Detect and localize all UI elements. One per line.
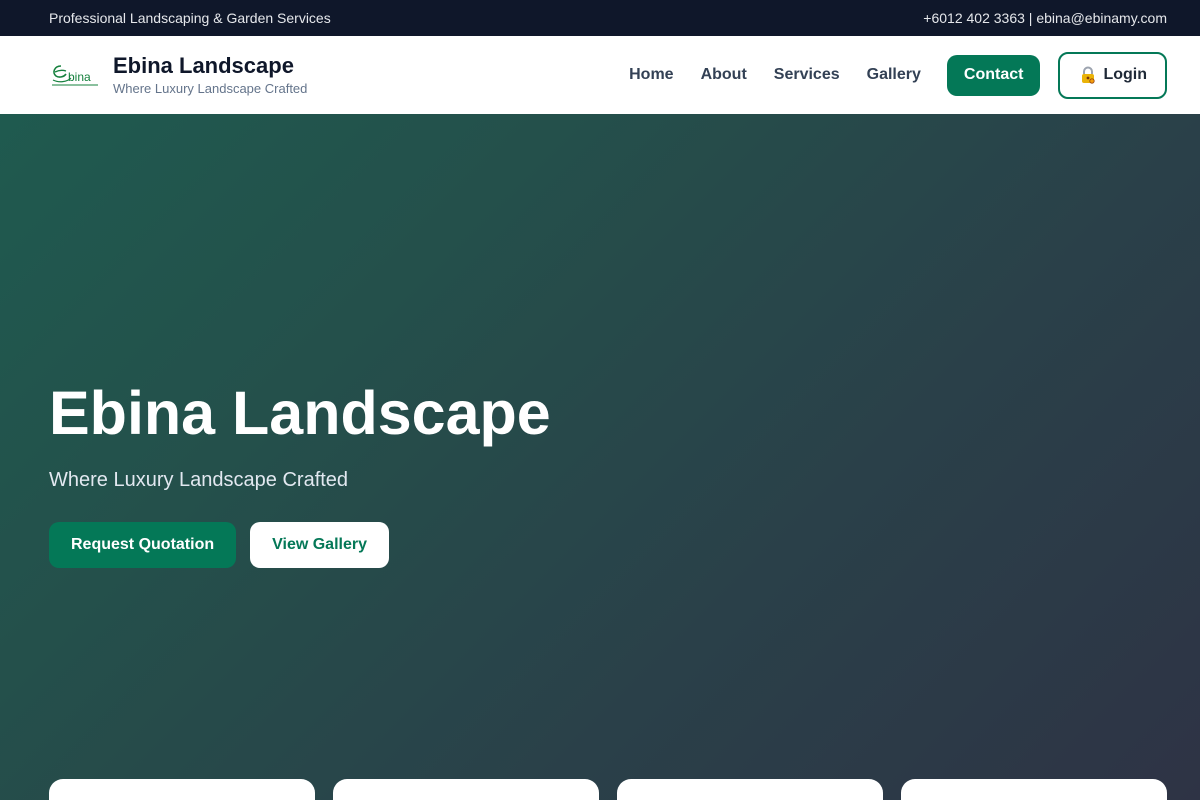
- feature-card[interactable]: [49, 779, 315, 800]
- login-button[interactable]: Login: [1058, 51, 1167, 99]
- nav-services[interactable]: Services: [774, 66, 840, 84]
- nav-gallery[interactable]: Gallery: [867, 66, 921, 84]
- brand[interactable]: bina Ebina Landscape Where Luxury Landsc…: [49, 53, 307, 98]
- lock-icon: [1082, 66, 1096, 84]
- request-quotation-button[interactable]: Request Quotation: [49, 522, 237, 568]
- contact-button[interactable]: Contact: [946, 54, 1041, 96]
- brand-name: Ebina Landscape: [113, 52, 294, 78]
- hero-subtitle: Where Luxury Landscape Crafted: [49, 469, 349, 491]
- ebina-logo-icon: bina: [52, 65, 98, 86]
- hero-cta-group: Request Quotation View Gallery: [49, 522, 389, 568]
- brand-tagline: Where Luxury Landscape Crafted: [113, 80, 308, 96]
- feature-cards: [49, 779, 1167, 800]
- feature-card[interactable]: [333, 779, 599, 800]
- feature-card[interactable]: [617, 779, 883, 800]
- site-header: bina Ebina Landscape Where Luxury Landsc…: [0, 36, 1200, 114]
- topbar-contact-info[interactable]: +6012 402 3363 | ebina@ebinamy.com: [923, 10, 1167, 26]
- nav-home[interactable]: Home: [629, 66, 673, 84]
- login-label: Login: [1103, 66, 1147, 83]
- brand-text: Ebina Landscape Where Luxury Landscape C…: [113, 53, 307, 98]
- topbar-tagline: Professional Landscaping & Garden Servic…: [49, 10, 331, 26]
- hero-title: Ebina Landscape: [49, 379, 551, 447]
- view-gallery-button[interactable]: View Gallery: [250, 522, 389, 568]
- svg-text:bina: bina: [68, 70, 91, 84]
- hero-section: Ebina Landscape Where Luxury Landscape C…: [0, 114, 1200, 800]
- feature-card[interactable]: [901, 779, 1167, 800]
- top-info-bar: Professional Landscaping & Garden Servic…: [0, 0, 1200, 36]
- nav-about[interactable]: About: [701, 66, 747, 84]
- main-nav: Home About Services Gallery Contact Logi…: [629, 51, 1167, 99]
